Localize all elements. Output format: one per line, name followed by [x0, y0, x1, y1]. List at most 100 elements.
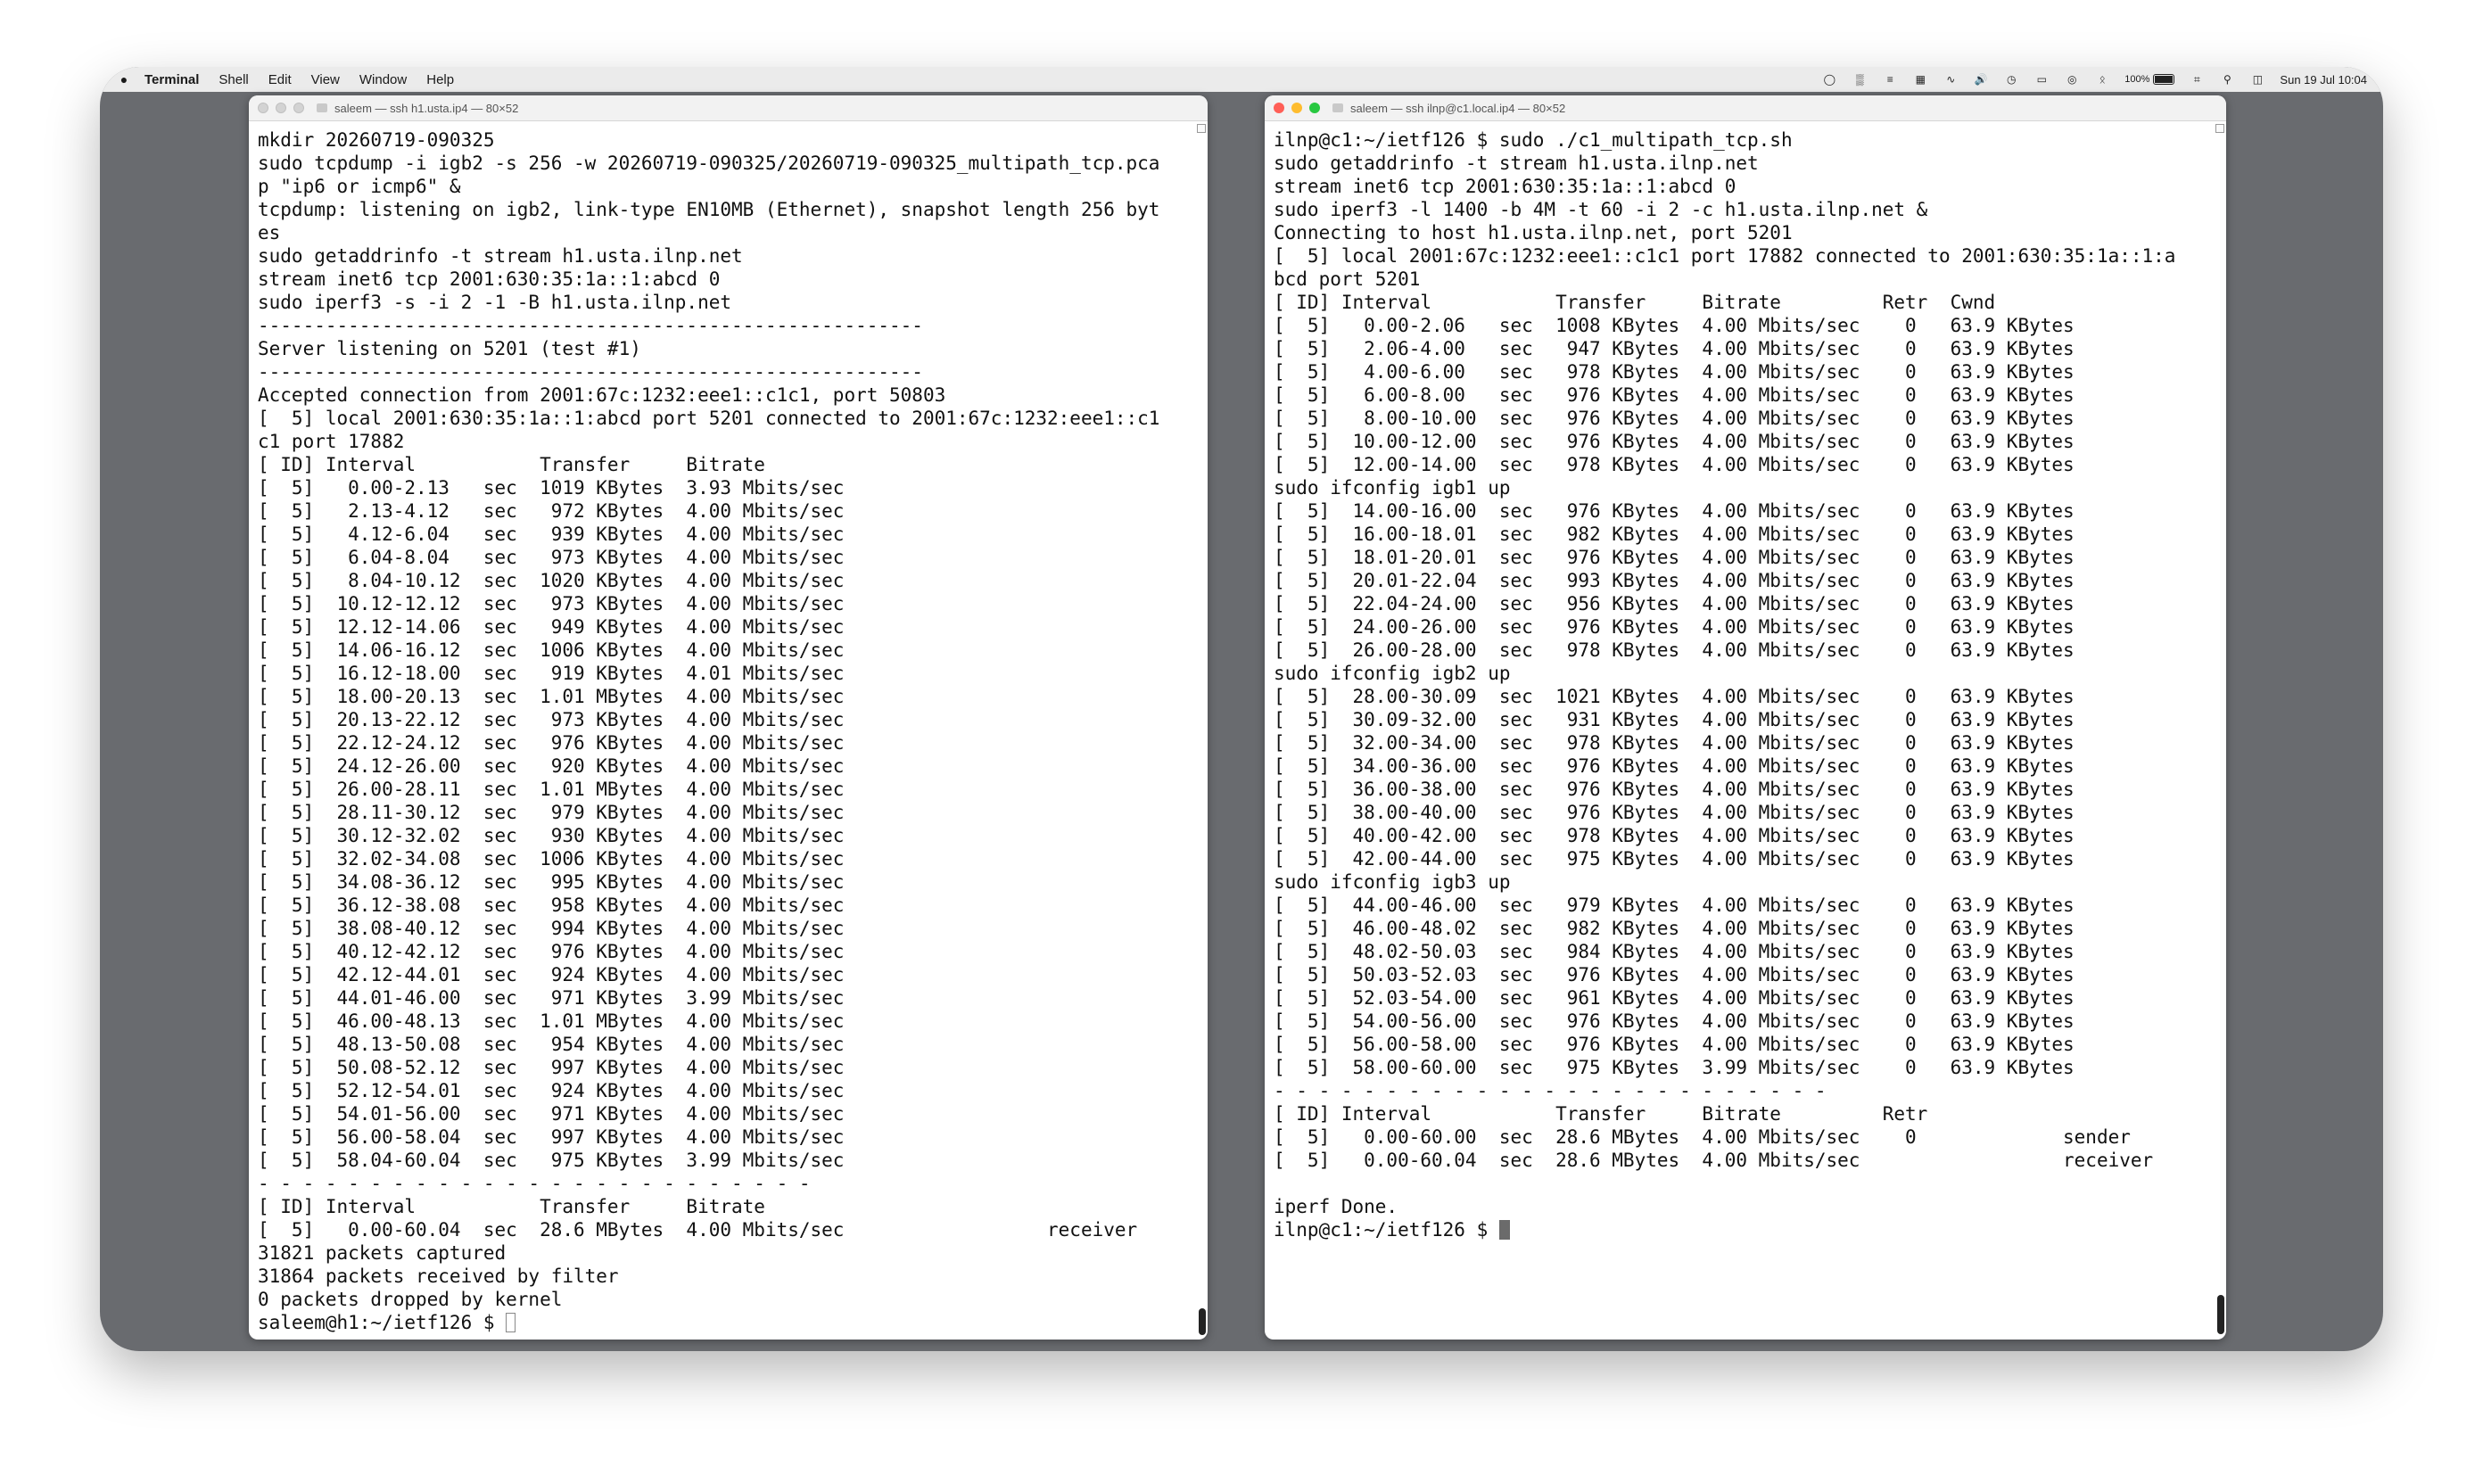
terminal-line: 31821 packets captured: [258, 1242, 507, 1264]
terminal-line: iperf Done.: [1274, 1196, 1398, 1217]
menu-terminal[interactable]: Terminal: [144, 72, 199, 87]
control-center-icon[interactable]: ◫: [2249, 73, 2265, 86]
terminal-line: [ 5] 8.00-10.00 sec 976 KBytes 4.00 Mbit…: [1274, 408, 2075, 429]
prompt-text: ilnp@c1:~/ietf126 $: [1274, 1219, 1499, 1241]
terminal-line: [ ID] Interval Transfer Bitrate Retr: [1274, 1103, 1928, 1125]
zoom-button[interactable]: [1309, 103, 1320, 113]
terminal-window-left: saleem — ssh h1.usta.ip4 — 80×52 mkdir 2…: [249, 95, 1208, 1340]
key-icon[interactable]: ◯: [1821, 73, 1837, 86]
terminal-line: [ 5] 12.00-14.00 sec 978 KBytes 4.00 Mbi…: [1274, 454, 2075, 475]
terminal-line: [ 5] 14.00-16.00 sec 976 KBytes 4.00 Mbi…: [1274, 500, 2075, 522]
terminal-line: sudo getaddrinfo -t stream h1.usta.ilnp.…: [1274, 153, 1759, 174]
terminal-line: [ 5] 48.02-50.03 sec 984 KBytes 4.00 Mbi…: [1274, 941, 2075, 962]
terminal-line: ilnp@c1:~/ietf126 $ sudo ./c1_multipath_…: [1274, 129, 1793, 151]
spotlight-search-icon[interactable]: ⚲: [2219, 73, 2235, 86]
terminal-line: sudo getaddrinfo -t stream h1.usta.ilnp.…: [258, 245, 743, 267]
terminal-line: [ 5] 10.12-12.12 sec 973 KBytes 4.00 Mbi…: [258, 593, 845, 614]
desktop: ● Terminal Shell Edit View Window Help ◯…: [100, 67, 2383, 1351]
folder-icon: [317, 103, 327, 112]
close-button[interactable]: [1274, 103, 1284, 113]
terminal-line: p "ip6 or icmp6" &: [258, 176, 461, 197]
battery-indicator[interactable]: 100%: [2124, 74, 2175, 85]
terminal-line: [ 5] 44.00-46.00 sec 979 KBytes 4.00 Mbi…: [1274, 895, 2075, 916]
apple-icon[interactable]: ●: [118, 72, 130, 87]
terminal-line: [ 5] 54.01-56.00 sec 971 KBytes 4.00 Mbi…: [258, 1103, 845, 1125]
terminal-line: [ 5] 0.00-60.00 sec 28.6 MBytes 4.00 Mbi…: [1274, 1126, 2131, 1148]
terminal-line: [ 5] 0.00-2.13 sec 1019 KBytes 3.93 Mbit…: [258, 477, 845, 499]
volume-icon[interactable]: 🔊: [1973, 73, 1989, 86]
terminal-line: [ 5] 58.04-60.04 sec 975 KBytes 3.99 Mbi…: [258, 1150, 845, 1171]
menu-edit[interactable]: Edit: [268, 72, 292, 87]
terminal-line: sudo ifconfig igb3 up: [1274, 871, 1511, 893]
terminal-line: sudo ifconfig igb1 up: [1274, 477, 1511, 499]
terminal-line: [ 5] 56.00-58.04 sec 997 KBytes 4.00 Mbi…: [258, 1126, 845, 1148]
terminal-line: [ 5] 36.12-38.08 sec 958 KBytes 4.00 Mbi…: [258, 895, 845, 916]
bluetooth-icon[interactable]: ᛟ: [2094, 73, 2110, 86]
activity-icon[interactable]: ▒: [1852, 73, 1868, 86]
terminal-line: [ 5] 46.00-48.13 sec 1.01 MBytes 4.00 Mb…: [258, 1010, 845, 1032]
terminal-output-left[interactable]: mkdir 20260719-090325 sudo tcpdump -i igb…: [249, 123, 1193, 1340]
menu-view[interactable]: View: [311, 72, 340, 87]
window-title: saleem — ssh h1.usta.ip4 — 80×52: [334, 101, 519, 115]
menu-clock[interactable]: Sun 19 Jul 10:04: [2280, 73, 2367, 87]
menu-help[interactable]: Help: [426, 72, 454, 87]
terminal-line: sudo tcpdump -i igb2 -s 256 -w 20260719-…: [258, 153, 1160, 174]
minimize-button[interactable]: [1291, 103, 1302, 113]
terminal-line: sudo iperf3 -s -i 2 -1 -B h1.usta.ilnp.n…: [258, 292, 732, 313]
terminal-line: [ 5] 18.01-20.01 sec 976 KBytes 4.00 Mbi…: [1274, 547, 2075, 568]
terminal-line: [ 5] 48.13-50.08 sec 954 KBytes 4.00 Mbi…: [258, 1034, 845, 1055]
battery-percent: 100%: [2124, 74, 2150, 85]
terminal-line: [ 5] 2.06-4.00 sec 947 KBytes 4.00 Mbits…: [1274, 338, 2075, 359]
menu-window[interactable]: Window: [359, 72, 407, 87]
terminal-line: [ 5] 56.00-58.00 sec 976 KBytes 4.00 Mbi…: [1274, 1034, 2075, 1055]
title-bar-left[interactable]: saleem — ssh h1.usta.ip4 — 80×52: [249, 95, 1208, 121]
terminal-output-right[interactable]: ilnp@c1:~/ietf126 $ sudo ./c1_multipath_…: [1265, 123, 2212, 1340]
scrollbar-thumb[interactable]: [2217, 1295, 2224, 1334]
title-bar-right[interactable]: saleem — ssh ilnp@c1.local.ip4 — 80×52: [1265, 95, 2226, 121]
terminal-line: 0 packets dropped by kernel: [258, 1289, 563, 1310]
wifi-icon[interactable]: ⌗: [2189, 73, 2205, 86]
terminal-line: sudo ifconfig igb2 up: [1274, 663, 1511, 684]
terminal-line: [ 5] 52.12-54.01 sec 924 KBytes 4.00 Mbi…: [258, 1080, 845, 1101]
terminal-line: [ 5] 30.12-32.02 sec 930 KBytes 4.00 Mbi…: [258, 825, 845, 846]
zoom-button[interactable]: [293, 103, 304, 113]
terminal-line: - - - - - - - - - - - - - - - - - - - - …: [258, 1173, 811, 1194]
network-graph-icon[interactable]: ∿: [1943, 73, 1959, 86]
terminal-line: [ 5] 38.08-40.12 sec 994 KBytes 4.00 Mbi…: [258, 918, 845, 939]
terminal-line: [ 5] 32.00-34.00 sec 978 KBytes 4.00 Mbi…: [1274, 732, 2075, 754]
terminal-line: [ ID] Interval Transfer Bitrate Retr Cwn…: [1274, 292, 1996, 313]
terminal-line: [ 5] 8.04-10.12 sec 1020 KBytes 4.00 Mbi…: [258, 570, 845, 591]
terminal-line: [ 5] 0.00-2.06 sec 1008 KBytes 4.00 Mbit…: [1274, 315, 2075, 336]
terminal-line: [ 5] 34.00-36.00 sec 976 KBytes 4.00 Mbi…: [1274, 755, 2075, 777]
terminal-line: [ 5] 40.00-42.00 sec 978 KBytes 4.00 Mbi…: [1274, 825, 2075, 846]
stack-icon[interactable]: ≡: [1882, 73, 1898, 86]
terminal-line: [ 5] 32.02-34.08 sec 1006 KBytes 4.00 Mb…: [258, 848, 845, 870]
minimize-button[interactable]: [276, 103, 286, 113]
terminal-line: [ 5] 20.13-22.12 sec 973 KBytes 4.00 Mbi…: [258, 709, 845, 730]
scroll-up-button[interactable]: [2215, 124, 2224, 133]
terminal-line: c1 port 17882: [258, 431, 405, 452]
close-button[interactable]: [258, 103, 268, 113]
folder-icon: [1332, 103, 1343, 112]
command-prompt[interactable]: ilnp@c1:~/ietf126 $: [1274, 1218, 2212, 1241]
memory-icon[interactable]: ▦: [1912, 73, 1928, 86]
terminal-line: stream inet6 tcp 2001:630:35:1a::1:abcd …: [258, 268, 721, 290]
menu-shell[interactable]: Shell: [219, 72, 248, 87]
terminal-line: [ 5] 40.12-42.12 sec 976 KBytes 4.00 Mbi…: [258, 941, 845, 962]
command-prompt[interactable]: saleem@h1:~/ietf126 $: [258, 1311, 1193, 1334]
terminal-line: sudo iperf3 -l 1400 -b 4M -t 60 -i 2 -c …: [1274, 199, 1928, 220]
terminal-line: [ 5] 6.04-8.04 sec 973 KBytes 4.00 Mbits…: [258, 547, 845, 568]
scroll-up-button[interactable]: [1197, 124, 1206, 133]
screen-mirroring-icon[interactable]: ▭: [2033, 73, 2050, 86]
terminal-line: [ 5] 6.00-8.00 sec 976 KBytes 4.00 Mbits…: [1274, 384, 2075, 406]
terminal-line: [ 5] 12.12-14.06 sec 949 KBytes 4.00 Mbi…: [258, 616, 845, 638]
airdrop-icon[interactable]: ◎: [2064, 73, 2080, 86]
terminal-line: [ 5] 50.08-52.12 sec 997 KBytes 4.00 Mbi…: [258, 1057, 845, 1078]
menu-bar: ● Terminal Shell Edit View Window Help ◯…: [100, 67, 2383, 92]
time-machine-icon[interactable]: ◷: [2003, 73, 2019, 86]
terminal-line: [ 5] 30.09-32.00 sec 931 KBytes 4.00 Mbi…: [1274, 709, 2075, 730]
terminal-line: [ 5] 0.00-60.04 sec 28.6 MBytes 4.00 Mbi…: [1274, 1150, 2154, 1171]
scrollbar-thumb[interactable]: [1199, 1308, 1206, 1335]
terminal-line: [ 5] 24.00-26.00 sec 976 KBytes 4.00 Mbi…: [1274, 616, 2075, 638]
